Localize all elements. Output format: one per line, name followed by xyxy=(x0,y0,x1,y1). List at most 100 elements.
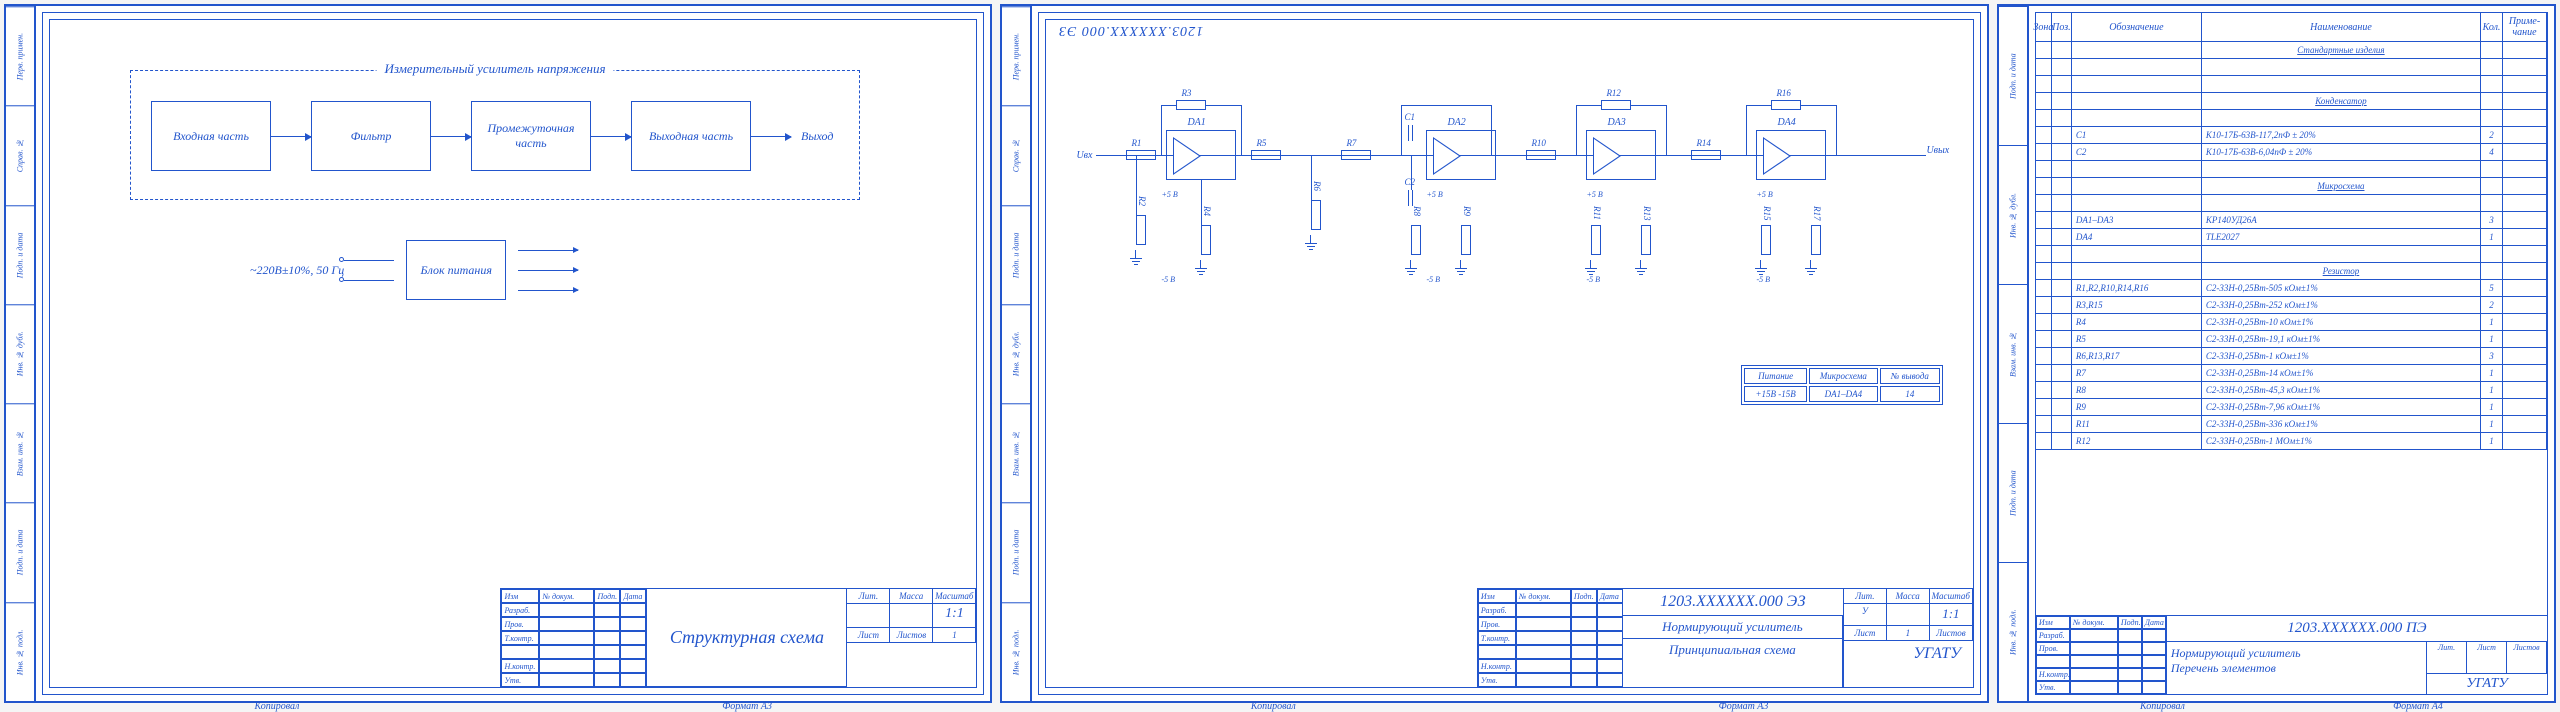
output-label: Выход xyxy=(801,129,833,144)
resistor: R7 xyxy=(1341,150,1371,160)
block-filter: Фильтр xyxy=(311,101,431,171)
arrow-icon xyxy=(591,136,631,137)
title-block: Изм№ докум.Подп.Дата Разраб. Пров. Т.кон… xyxy=(500,588,977,688)
circuit-diagram: Uвх Uвых DA1 R1 R3 R5 R2 R4 xyxy=(1106,90,1912,340)
amplifier-group: Измерительный усилитель напряжения Входн… xyxy=(130,70,860,200)
drawing-code-mirrored: 1203.XXXXXX.000 ЭЗ xyxy=(1058,22,1203,38)
table-row: Конденсатор xyxy=(2036,93,2547,110)
side-column: Перв. примен. Справ. № Подп. и дата Инв.… xyxy=(1002,6,1032,701)
resistor: R2 xyxy=(1136,215,1146,245)
drawing-area: 1203.XXXXXX.000 ЭЗ Uвх Uвых DA1 R1 R3 R5… xyxy=(1038,12,1980,695)
resistor: R16 xyxy=(1771,100,1801,110)
ground-icon xyxy=(1403,268,1419,278)
power-table: ПитаниеМикросхема№ вывода +15В -15ВDA1–D… xyxy=(1741,365,1942,405)
block-output: Выходная часть xyxy=(631,101,751,171)
psu-area: ~220В±10%, 50 Гц Блок питания xyxy=(250,240,578,300)
organization: УГАТУ xyxy=(1844,641,1973,667)
ground-icon xyxy=(1803,268,1819,278)
table-row: Микросхема xyxy=(2036,178,2547,195)
resistor: R5 xyxy=(1251,150,1281,160)
titleblock-signatures: Изм№ докум.Подп.Дата Разраб. Пров. Т.кон… xyxy=(1478,589,1623,687)
title-block: Изм№ докум.Подп.Дата Разраб. Пров. Н.кон… xyxy=(2036,615,2547,694)
ground-icon xyxy=(1303,243,1319,253)
sidecell: Инв. № дубл. xyxy=(6,304,34,403)
sheet-parts-list: Подп. и дата Инв. № дубл. Взам. инв. № П… xyxy=(1997,4,2556,703)
opamp-da1: DA1 xyxy=(1166,130,1236,180)
table-row: R11С2-33Н-0,25Вт-336 кОм±1%1 xyxy=(2036,416,2547,433)
drawing-area: Измерительный усилитель напряжения Входн… xyxy=(42,12,984,695)
sidecell: Справ. № xyxy=(6,105,34,204)
drawing-code: 1203.XXXXXX.000 ЭЗ xyxy=(1623,589,1843,616)
resistor: R4 xyxy=(1201,225,1211,255)
table-row: C2К10-17Б-63В-6,04пФ ± 20%4 xyxy=(2036,144,2547,161)
psu-output-wires xyxy=(518,240,578,300)
resistor: R3 xyxy=(1176,100,1206,110)
resistor: R13 xyxy=(1641,225,1651,255)
ground-icon xyxy=(1453,268,1469,278)
drawing-area: Зона Поз. Обозначение Наименование Кол. … xyxy=(2035,12,2548,695)
table-row: R9С2-33Н-0,25Вт-7,96 кОм±1%1 xyxy=(2036,399,2547,416)
sheet-schematic: Перв. примен. Справ. № Подп. и дата Инв.… xyxy=(1000,4,1988,703)
capacitor: C2 xyxy=(1406,190,1416,206)
table-row xyxy=(2036,110,2547,127)
table-row: DA1–DA3КР140УД26А3 xyxy=(2036,212,2547,229)
psu-input-label: ~220В±10%, 50 Гц xyxy=(250,263,344,278)
table-row: R5С2-33Н-0,25Вт-19,1 кОм±1%1 xyxy=(2036,331,2547,348)
resistor: R11 xyxy=(1591,225,1601,255)
table-row: Резистор xyxy=(2036,263,2547,280)
opamp-da3: DA3 xyxy=(1586,130,1656,180)
table-row xyxy=(2036,59,2547,76)
parts-list-body: Стандартные изделия Конденсатор C1К10-17Б-… xyxy=(2036,42,2547,615)
arrow-icon xyxy=(751,136,791,137)
sidecell: Инв. № подл. xyxy=(6,602,34,701)
resistor: R17 xyxy=(1811,225,1821,255)
table-row: R6,R13,R17С2-33Н-0,25Вт-1 кОм±1%3 xyxy=(2036,348,2547,365)
ground-icon xyxy=(1193,268,1209,278)
table-row: C1К10-17Б-63В-117,2пФ ± 20%2 xyxy=(2036,127,2547,144)
arrow-icon xyxy=(271,136,311,137)
parts-list-header: Зона Поз. Обозначение Наименование Кол. … xyxy=(2036,13,2547,42)
resistor: R8 xyxy=(1411,225,1421,255)
table-row: R4С2-33Н-0,25Вт-10 кОм±1%1 xyxy=(2036,314,2547,331)
table-row xyxy=(2036,246,2547,263)
table-row: R8С2-33Н-0,25Вт-45,3 кОм±1%1 xyxy=(2036,382,2547,399)
output-label: Uвых xyxy=(1926,145,1949,156)
table-row: Стандартные изделия xyxy=(2036,42,2547,59)
resistor: R6 xyxy=(1311,200,1321,230)
title-block: Изм№ докум.Подп.Дата Разраб. Пров. Т.кон… xyxy=(1477,588,1974,688)
table-row: R12С2-33Н-0,25Вт-1 МОм±1%1 xyxy=(2036,433,2547,450)
ground-icon xyxy=(1128,258,1144,268)
opamp-da4: DA4 xyxy=(1756,130,1826,180)
table-row: R3,R15С2-33Н-0,25Вт-252 кОм±1%2 xyxy=(2036,297,2547,314)
resistor: R12 xyxy=(1601,100,1631,110)
table-row: DA4TLE20271 xyxy=(2036,229,2547,246)
input-label: Uвх xyxy=(1076,150,1092,161)
table-row xyxy=(2036,76,2547,93)
sidecell: Перв. примен. xyxy=(6,6,34,105)
sidecell: Подп. и дата xyxy=(6,205,34,304)
table-row xyxy=(2036,161,2547,178)
opamp-da2: DA2 xyxy=(1426,130,1496,180)
resistor: R15 xyxy=(1761,225,1771,255)
block-input: Входная часть xyxy=(151,101,271,171)
resistor: R9 xyxy=(1461,225,1471,255)
drawing-code: 1203.XXXXXX.000 ПЭ xyxy=(2167,616,2547,642)
organization: УГАТУ xyxy=(2427,674,2547,694)
side-column: Перв. примен. Справ. № Подп. и дата Инв.… xyxy=(6,6,36,701)
arrow-icon xyxy=(431,136,471,137)
resistor: R1 xyxy=(1126,150,1156,160)
side-column: Подп. и дата Инв. № дубл. Взам. инв. № П… xyxy=(1999,6,2029,701)
ground-icon xyxy=(1633,268,1649,278)
sidecell: Подп. и дата xyxy=(6,502,34,601)
resistor: R14 xyxy=(1691,150,1721,160)
psu-input-wires xyxy=(344,250,394,290)
table-row: R1,R2,R10,R14,R16С2-33Н-0,25Вт-505 кОм±1… xyxy=(2036,280,2547,297)
sidecell: Взам. инв. № xyxy=(6,403,34,502)
resistor: R10 xyxy=(1526,150,1556,160)
table-row xyxy=(2036,195,2547,212)
titleblock-signatures: Изм№ докум.Подп.Дата Разраб. Пров. Н.кон… xyxy=(2036,616,2166,694)
drawing-title: Структурная схема xyxy=(647,589,846,687)
block-psu: Блок питания xyxy=(406,240,506,300)
block-intermediate: Промежуточная часть xyxy=(471,101,591,171)
group-title: Измерительный усилитель напряжения xyxy=(376,61,613,77)
